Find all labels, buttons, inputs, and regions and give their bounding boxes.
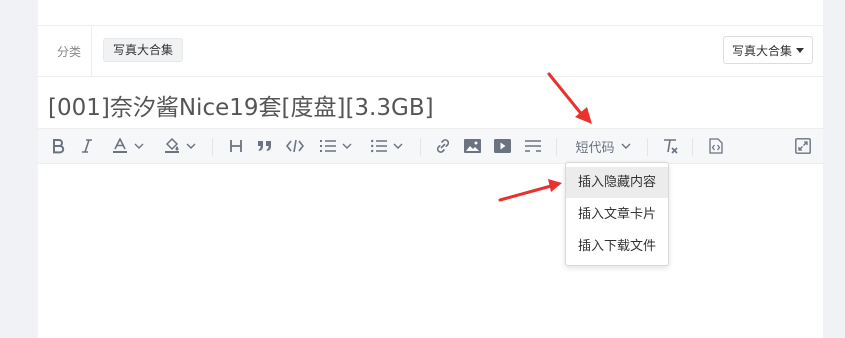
category-select[interactable]: 写真大合集	[722, 36, 813, 64]
video-button[interactable]	[493, 129, 511, 163]
code-button[interactable]	[286, 129, 304, 163]
ordered-list-button[interactable]	[316, 129, 356, 163]
toolbar-separator	[420, 138, 421, 156]
category-select-value: 写真大合集	[731, 43, 792, 58]
italic-icon	[82, 139, 92, 153]
video-icon	[493, 139, 511, 153]
shortcode-dropdown-button[interactable]: 短代码	[571, 129, 635, 163]
unordered-list-icon	[371, 139, 387, 153]
image-icon	[463, 139, 481, 153]
highlight-button[interactable]	[159, 129, 201, 163]
source-code-button[interactable]	[707, 129, 725, 163]
italic-button[interactable]	[78, 129, 96, 163]
font-color-icon	[113, 138, 127, 153]
code-icon	[286, 139, 304, 153]
clear-format-icon	[664, 139, 678, 154]
caret-down-icon	[796, 47, 804, 53]
quote-icon	[258, 141, 271, 151]
shortcode-menu: 插入隐藏内容 插入文章卡片 插入下载文件	[565, 162, 669, 266]
source-code-icon	[709, 138, 723, 154]
category-tag[interactable]: 写真大合集	[103, 38, 184, 62]
horizontal-rule-button[interactable]	[524, 129, 542, 163]
toolbar-separator	[212, 138, 213, 156]
editor-toolbar: 短代码	[38, 128, 823, 164]
fullscreen-icon	[795, 138, 811, 154]
editor-panel: 分类 写真大合集 写真大合集 [001]奈汐酱Nice19套[度盘][3.3GB…	[38, 0, 823, 338]
ordered-list-icon	[320, 140, 336, 152]
chevron-down-icon	[134, 143, 144, 149]
toolbar-separator	[556, 138, 557, 156]
toolbar-separator	[647, 138, 648, 156]
category-label: 分类	[57, 45, 82, 59]
image-button[interactable]	[463, 129, 481, 163]
menu-item-insert-article-card[interactable]: 插入文章卡片	[566, 199, 668, 230]
menu-item-insert-hidden-content[interactable]: 插入隐藏内容	[566, 167, 668, 198]
quote-button[interactable]	[256, 129, 274, 163]
menu-item-insert-download-file[interactable]: 插入下载文件	[566, 231, 668, 262]
link-icon	[436, 139, 450, 153]
post-title[interactable]: [001]奈汐酱Nice19套[度盘][3.3GB]	[48, 88, 434, 122]
heading-button[interactable]	[227, 129, 245, 163]
font-color-button[interactable]	[107, 129, 149, 163]
paint-bucket-icon	[165, 138, 179, 153]
chevron-down-icon	[342, 143, 352, 149]
top-strip	[38, 0, 823, 26]
heading-icon	[230, 140, 242, 152]
toolbar-separator	[692, 138, 693, 156]
chevron-down-icon	[621, 143, 630, 149]
bold-button[interactable]	[49, 129, 67, 163]
chevron-down-icon	[393, 143, 403, 149]
shortcode-label: 短代码	[575, 140, 615, 156]
category-row: 分类 写真大合集 写真大合集	[38, 26, 823, 77]
category-divider	[91, 26, 92, 76]
fullscreen-button[interactable]	[794, 129, 812, 163]
chevron-down-icon	[186, 143, 196, 149]
clear-format-button[interactable]	[661, 129, 679, 163]
hr-icon	[525, 140, 541, 152]
bold-icon	[53, 139, 65, 154]
link-button[interactable]	[434, 129, 452, 163]
unordered-list-button[interactable]	[367, 129, 407, 163]
